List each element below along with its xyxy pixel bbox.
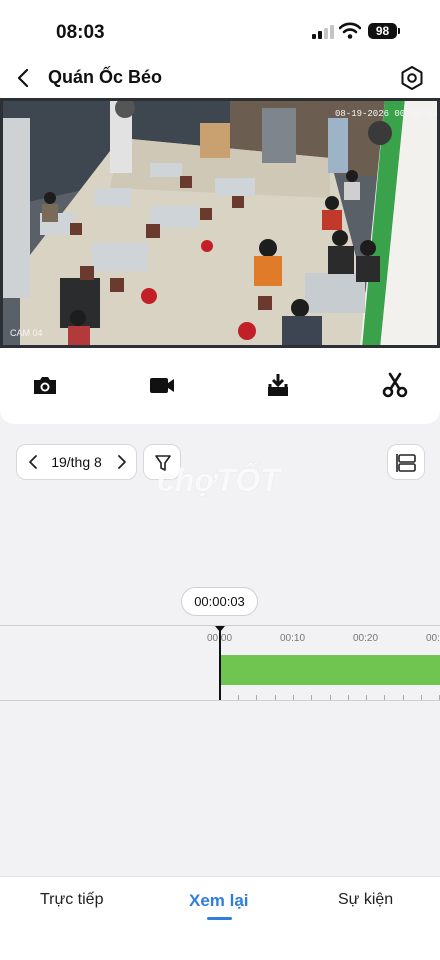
timeline-minor-tick	[293, 695, 294, 700]
layout-list-icon	[396, 454, 416, 472]
nav-bar: Quán Ốc Béo	[0, 58, 440, 98]
watermark: chợTỐT	[157, 462, 280, 498]
date-picker: 19/thg 8	[16, 444, 137, 480]
timeline-tick-label: 00:10	[280, 633, 306, 644]
page-title: Quán Ốc Béo	[48, 67, 163, 87]
download-icon[interactable]	[262, 370, 294, 400]
timeline-minor-tick	[256, 695, 257, 700]
camera-feed[interactable]: 08-19-2026 00:00:03 CAM 04	[0, 98, 440, 348]
timeline-minor-tick	[311, 695, 312, 700]
camera-timestamp: 08-19-2026 00:00:03	[335, 109, 438, 119]
settings-hexagon-icon[interactable]	[396, 62, 428, 94]
tab-bar: Trực tiếp Xem lại Sự kiện	[0, 876, 440, 960]
timeline-minor-tick	[330, 695, 331, 700]
playhead[interactable]	[219, 626, 221, 700]
recording-segment[interactable]	[220, 655, 440, 685]
video-camera-icon[interactable]	[146, 370, 178, 400]
status-time: 08:03	[56, 22, 105, 43]
timeline-minor-tick	[366, 695, 367, 700]
chevron-left-icon[interactable]	[10, 63, 38, 93]
wifi-icon	[339, 22, 361, 39]
layout-toggle-button[interactable]	[387, 444, 425, 480]
battery-tip	[398, 28, 400, 34]
timeline-minor-tick	[421, 695, 422, 700]
cellular-signal-icon	[312, 25, 334, 39]
timeline[interactable]: 00:00 00:10 00:20 00:30	[0, 625, 440, 701]
timeline-tick-label: 00:30	[426, 633, 440, 644]
timeline-tick-label: 00:20	[353, 633, 379, 644]
active-tab-indicator	[207, 917, 232, 920]
timeline-minor-tick	[384, 695, 385, 700]
camera-label: CAM 04	[10, 328, 43, 338]
chevron-right-icon[interactable]	[111, 452, 131, 472]
camera-scene	[0, 98, 440, 348]
status-bar: 08:03 98	[0, 0, 440, 58]
timeline-minor-tick	[238, 695, 239, 700]
tab-live[interactable]: Trực tiếp	[40, 891, 103, 909]
timeline-minor-tick	[275, 695, 276, 700]
timeline-minor-tick	[403, 695, 404, 700]
tab-playback[interactable]: Xem lại	[189, 891, 249, 911]
scissors-icon[interactable]	[379, 370, 411, 400]
tab-events[interactable]: Sự kiện	[338, 891, 393, 909]
camera-icon[interactable]	[29, 370, 61, 400]
battery-icon: 98	[368, 23, 397, 39]
current-time-badge: 00:00:03	[181, 587, 258, 616]
timeline-minor-tick	[348, 695, 349, 700]
playback-controls	[0, 348, 440, 424]
